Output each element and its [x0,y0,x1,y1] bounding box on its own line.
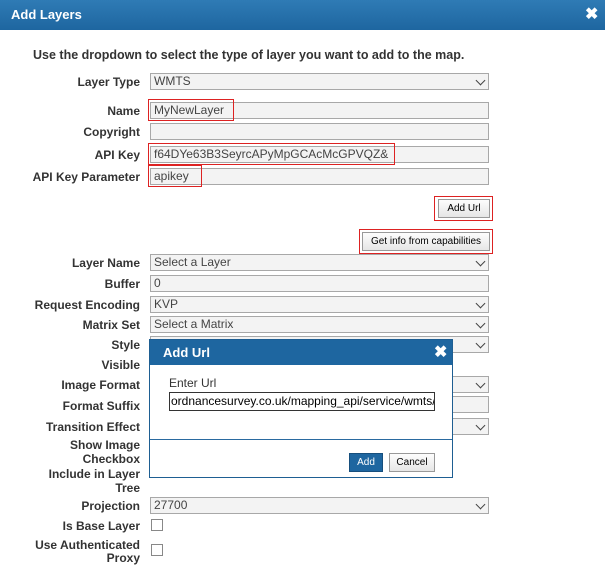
dialog-close-icon[interactable]: ✖ [434,345,447,361]
intro-text: Use the dropdown to select the type of l… [33,48,465,62]
style-label: Style [111,338,140,352]
projection-select[interactable]: 27700 [150,497,489,514]
api-key-param-label: API Key Parameter [32,170,140,184]
use-auth-proxy-label-line1: Use Authenticated [35,538,140,552]
show-image-checkbox-label-line2: Checkbox [82,452,140,466]
request-encoding-label: Request Encoding [34,298,140,312]
window-titlebar: Add Layers ✖ [0,0,605,30]
api-key-highlight [148,143,395,165]
api-key-param-highlight [148,165,202,187]
dialog-add-button[interactable]: Add [349,453,383,472]
copyright-label: Copyright [83,125,140,139]
add-url-button[interactable]: Add Url [438,199,490,218]
dialog-cancel-button[interactable]: Cancel [389,453,435,472]
enter-url-label: Enter Url [169,376,217,390]
get-info-from-capabilities-button[interactable]: Get info from capabilities [362,232,490,251]
format-suffix-label: Format Suffix [62,399,140,413]
include-layer-tree-label-line1: Include in Layer [48,467,140,481]
dialog-separator [150,439,452,440]
name-highlight [148,99,234,121]
dialog-title: Add Url [163,345,210,360]
use-auth-proxy-label-line2: Proxy [106,551,140,565]
show-image-checkbox-label-line1: Show Image [69,438,140,452]
layer-type-label: Layer Type [77,75,140,89]
dialog-titlebar: Add Url ✖ [150,340,452,365]
matrix-set-label: Matrix Set [82,318,140,332]
copyright-input[interactable] [150,123,489,140]
visible-label: Visible [101,358,140,372]
close-icon[interactable]: ✖ [585,7,598,23]
window-title: Add Layers [11,7,82,22]
layer-name-label: Layer Name [71,256,140,270]
layer-type-select[interactable]: WMTS [150,73,489,90]
transition-effect-label: Transition Effect [45,420,140,434]
buffer-label: Buffer [104,277,140,291]
is-base-layer-label: Is Base Layer [62,519,140,533]
api-key-label: API Key [94,148,140,162]
image-format-label: Image Format [61,378,140,392]
include-layer-tree-label-line2: Tree [115,481,140,495]
projection-label: Projection [81,499,140,513]
name-label: Name [107,104,140,118]
request-encoding-select[interactable]: KVP [150,296,489,313]
url-input[interactable]: ordnancesurvey.co.uk/mapping_api/service… [169,392,435,411]
buffer-input[interactable]: 0 [150,275,489,292]
is-base-layer-checkbox[interactable] [151,519,163,531]
add-url-dialog: Add Url ✖ Enter Url ordnancesurvey.co.uk… [149,339,453,478]
layer-name-select[interactable]: Select a Layer [150,254,489,271]
matrix-set-select[interactable]: Select a Matrix [150,316,489,333]
use-auth-proxy-checkbox[interactable] [151,544,163,556]
